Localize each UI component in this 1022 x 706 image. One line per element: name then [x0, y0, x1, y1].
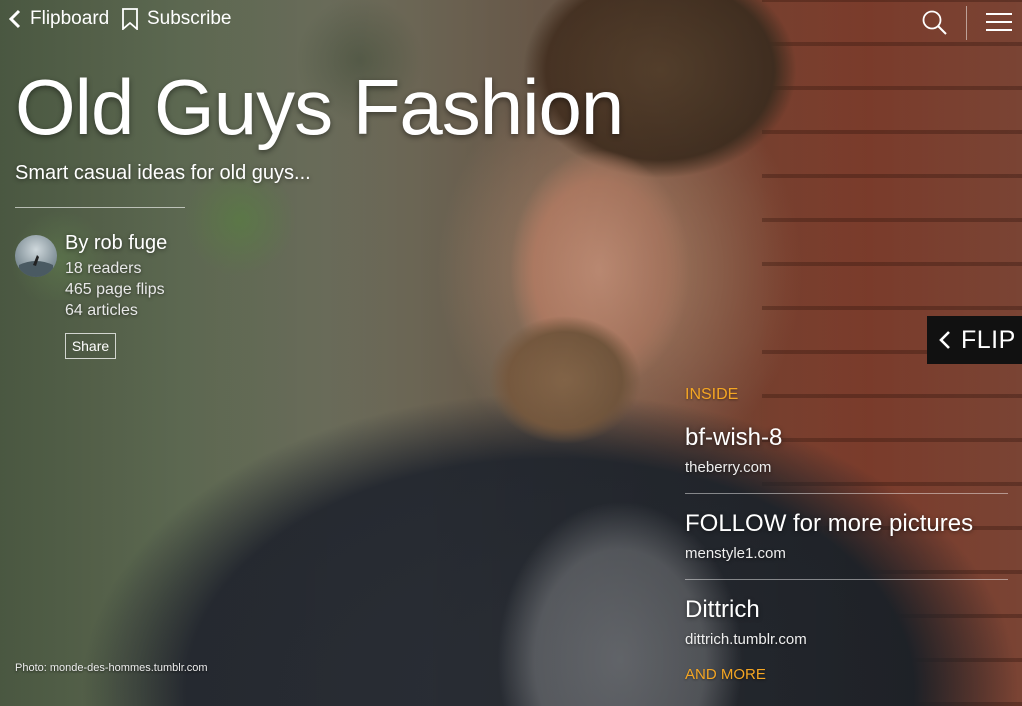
avatar-image — [19, 255, 53, 277]
subscribe-label: Subscribe — [147, 8, 232, 29]
hamburger-menu-icon[interactable] — [986, 12, 1012, 32]
inside-item-title: FOLLOW for more pictures — [685, 510, 974, 537]
item-divider — [685, 493, 1008, 494]
inside-item-source: menstyle1.com — [685, 545, 786, 562]
inside-item-title: Dittrich — [685, 596, 760, 623]
magazine-title: Old Guys Fashion — [15, 63, 624, 151]
inside-item-title: bf-wish-8 — [685, 424, 783, 451]
item-divider — [685, 579, 1008, 580]
toolbar-divider — [966, 6, 967, 40]
back-button[interactable]: Flipboard — [8, 8, 109, 30]
inside-item[interactable]: FOLLOW for more pictures menstyle1.com — [685, 510, 1008, 580]
flip-button[interactable]: FLIP — [927, 316, 1022, 364]
share-button[interactable]: Share — [65, 333, 116, 359]
author-avatar[interactable] — [15, 235, 57, 277]
chevron-left-icon — [8, 9, 21, 29]
chevron-left-icon — [939, 331, 950, 349]
inside-item[interactable]: bf-wish-8 theberry.com — [685, 424, 1008, 494]
inside-item-source: theberry.com — [685, 459, 772, 476]
inside-heading: INSIDE — [685, 386, 739, 403]
and-more-link[interactable]: AND MORE — [685, 666, 766, 683]
articles-count: 64 articles — [65, 302, 138, 319]
inside-item-source: dittrich.tumblr.com — [685, 631, 807, 648]
subscribe-button[interactable]: Subscribe — [121, 8, 232, 30]
search-icon[interactable] — [921, 9, 947, 35]
back-label: Flipboard — [30, 8, 110, 29]
title-divider — [15, 207, 185, 208]
bookmark-icon — [122, 8, 138, 30]
author-name[interactable]: By rob fuge — [65, 232, 167, 255]
page-flips-count: 465 page flips — [65, 281, 165, 298]
readers-count: 18 readers — [65, 260, 142, 277]
magazine-subtitle: Smart casual ideas for old guys... — [15, 162, 311, 184]
flip-label: FLIP — [961, 325, 1016, 354]
top-bar: Flipboard Subscribe — [0, 0, 1022, 44]
photo-credit: Photo: monde-des-hommes.tumblr.com — [15, 662, 208, 674]
inside-item[interactable]: Dittrich dittrich.tumblr.com — [685, 596, 1008, 648]
